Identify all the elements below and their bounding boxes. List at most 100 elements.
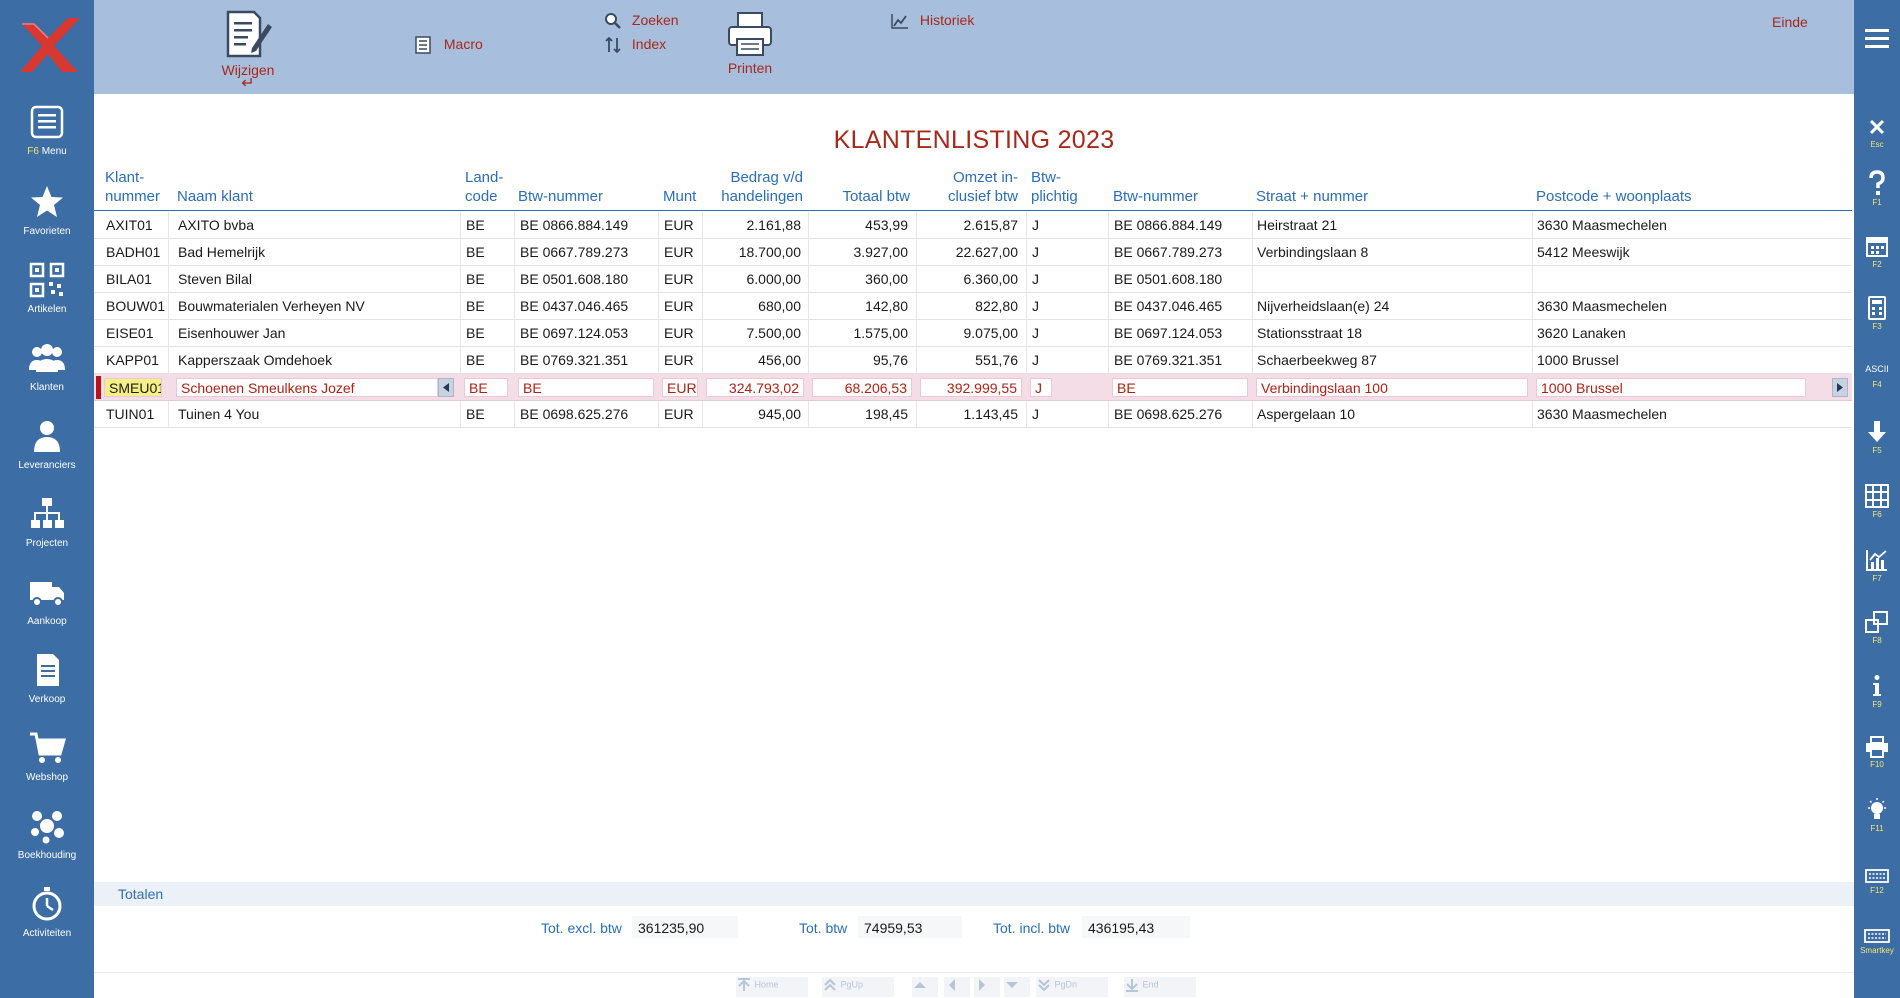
col-header-btwnummer-2[interactable]: Btw-nummer [1113,187,1198,206]
f10-printer-button[interactable]: F10 [1854,736,1900,769]
col-header-landcode[interactable]: Land- code [465,168,503,206]
sidebar-item-projecten[interactable]: Projecten [0,496,94,570]
table-row[interactable]: KAPP01 Kapperszaak Omdehoek BE BE 0769.3… [94,347,1852,374]
cell-landcode: BE [466,244,485,260]
input-straat[interactable]: Verbindingslaan 100 [1256,378,1528,397]
cell-klantnummer: KAPP01 [106,352,159,368]
cell-straat: Aspergelaan 10 [1257,406,1356,422]
nav-pgdn-button[interactable]: PgDn [1036,977,1108,997]
printer-icon [1866,736,1888,758]
f3-calculator-button[interactable]: F3 [1854,296,1900,331]
f5-download-button[interactable]: F5 [1854,420,1900,455]
table-row[interactable]: BILA01 Steven Bilal BE BE 0501.608.180 E… [94,266,1852,293]
keyboard-icon [1864,929,1890,943]
zoeken-label: Zoeken [631,12,679,28]
sidebar-item-aankoop[interactable]: Aankoop [0,574,94,648]
sidebar-item-activiteiten[interactable]: Activiteiten [0,886,94,960]
input-btwnummer-2[interactable]: BE [1112,378,1248,397]
input-btwplichtig[interactable]: J [1030,378,1052,397]
app-logo[interactable] [12,10,84,82]
sidebar-item-leveranciers[interactable]: Leveranciers [0,418,94,492]
cell-naam: Steven Bilal [178,271,252,287]
f12-keyboard-button[interactable]: F12 [1854,868,1900,895]
col-header-bedrag[interactable]: Bedrag v/d handelingen [706,168,803,206]
main-content: KLANTENLISTING 2023 Klant- nummer Naam k… [94,94,1854,998]
input-totaal-btw[interactable]: 68.206,53 [812,378,912,397]
esc-button[interactable]: Esc [1854,116,1900,149]
cell-straat: Schaerbeekweg 87 [1257,352,1377,368]
fkey-label: F12 [1870,886,1884,895]
col-header-totaal-btw[interactable]: Totaal btw [814,187,910,206]
input-btwnummer[interactable]: BE [518,378,654,397]
col-header-straat[interactable]: Straat + nummer [1256,187,1368,206]
sidebar-item-artikelen[interactable]: Artikelen [0,262,94,336]
col-header-btwnummer[interactable]: Btw-nummer [518,187,603,206]
sidebar-item-klanten[interactable]: Klanten [0,340,94,414]
fkey-label: F1 [1872,198,1882,207]
scroll-left-button[interactable] [438,378,454,397]
table-row[interactable]: EISE01 Eisenhouwer Jan BE BE 0697.124.05… [94,320,1852,347]
sidebar-item-favorieten[interactable]: Favorieten [0,184,94,258]
macro-button[interactable]: Macro [414,36,483,55]
input-landcode[interactable]: BE [464,378,508,397]
f8-windows-button[interactable]: F8 [1854,610,1900,645]
col-header-btwplichtig[interactable]: Btw- plichtig [1031,168,1078,206]
sidebar-item-verkoop[interactable]: Verkoop [0,652,94,726]
hamburger-menu-button[interactable] [1854,26,1900,50]
cell-landcode: BE [466,406,485,422]
table-row[interactable]: BOUW01 Bouwmaterialen Verheyen NV BE BE … [94,293,1852,320]
input-bedrag[interactable]: 324.793,02 [706,378,804,397]
input-omzet[interactable]: 392.999,55 [920,378,1022,397]
f7-chart-button[interactable]: F7 [1854,548,1900,583]
nav-down-button[interactable] [1004,977,1030,997]
f4-ascii-button[interactable]: ASCII F4 [1854,364,1900,389]
nav-right-button[interactable] [974,977,1000,997]
nav-home-button[interactable]: Home [736,977,808,997]
table-row[interactable]: AXIT01 AXITO bvba BE BE 0866.884.149 EUR… [94,212,1852,239]
col-header-munt[interactable]: Munt [663,187,696,206]
index-button[interactable]: Index [604,36,666,54]
col-header-postcode[interactable]: Postcode + woonplaats [1536,187,1692,206]
sidebar-item-boekhouding[interactable]: Boekhouding [0,808,94,882]
cell-btwnummer-2: BE 0698.625.276 [1114,406,1223,422]
cell-naam: AXITO bvba [178,217,255,233]
f11-lightbulb-button[interactable]: F11 [1854,798,1900,833]
smartkey-button[interactable]: Smartkey [1854,928,1900,955]
cell-postcode: 3620 Lanaken [1537,325,1626,341]
grid-icon [1865,484,1889,508]
historiek-button[interactable]: Historiek [890,12,974,30]
scroll-right-button[interactable] [1832,378,1848,397]
f2-calendar-button[interactable]: F2 [1854,234,1900,269]
table-row-selected[interactable]: SMEU01 Schoenen Smeulkens Jozef BE BE EU… [94,374,1852,401]
cell-landcode: BE [466,352,485,368]
header-divider [94,210,1852,211]
table-row[interactable]: BADH01 Bad Hemelrijk BE BE 0667.789.273 … [94,239,1852,266]
f1-help-button[interactable]: F1 [1854,170,1900,207]
cart-icon [30,732,66,763]
input-klantnummer[interactable]: SMEU01 [104,378,162,397]
nav-pgup-button[interactable]: PgUp [822,977,894,997]
nav-up-button[interactable] [912,977,938,997]
chart-icon [1866,550,1887,571]
sidebar-item-menu[interactable]: F6 Menu [0,104,94,178]
cell-btwnummer: BE 0698.625.276 [520,406,629,422]
zoeken-button[interactable]: Zoeken [604,12,679,30]
input-naam[interactable]: Schoenen Smeulkens Jozef [176,378,438,397]
nav-left-button[interactable] [944,977,970,997]
printen-button[interactable]: Printen [722,10,778,76]
col-header-naam[interactable]: Naam klant [177,187,253,206]
col-header-klantnummer[interactable]: Klant- nummer [105,168,160,206]
f9-info-button[interactable]: F9 [1854,674,1900,709]
f6-grid-button[interactable]: F6 [1854,484,1900,519]
input-munt[interactable]: EUR [662,378,698,397]
sidebar-item-webshop[interactable]: Webshop [0,730,94,804]
sidebar-item-label: Artikelen [27,304,67,315]
cell-btwnummer: BE 0667.789.273 [520,244,629,260]
einde-button[interactable]: Einde [1772,14,1808,30]
col-header-omzet[interactable]: Omzet in- clusief btw [920,168,1018,206]
input-postcode[interactable]: 1000 Brussel [1536,378,1806,397]
sidebar-item-label: Activiteiten [22,928,72,939]
table-row[interactable]: TUIN01 Tuinen 4 You BE BE 0698.625.276 E… [94,401,1852,428]
wijzigen-button[interactable]: Wijzigen ↵ [218,8,278,92]
nav-end-button[interactable]: End [1124,977,1196,997]
